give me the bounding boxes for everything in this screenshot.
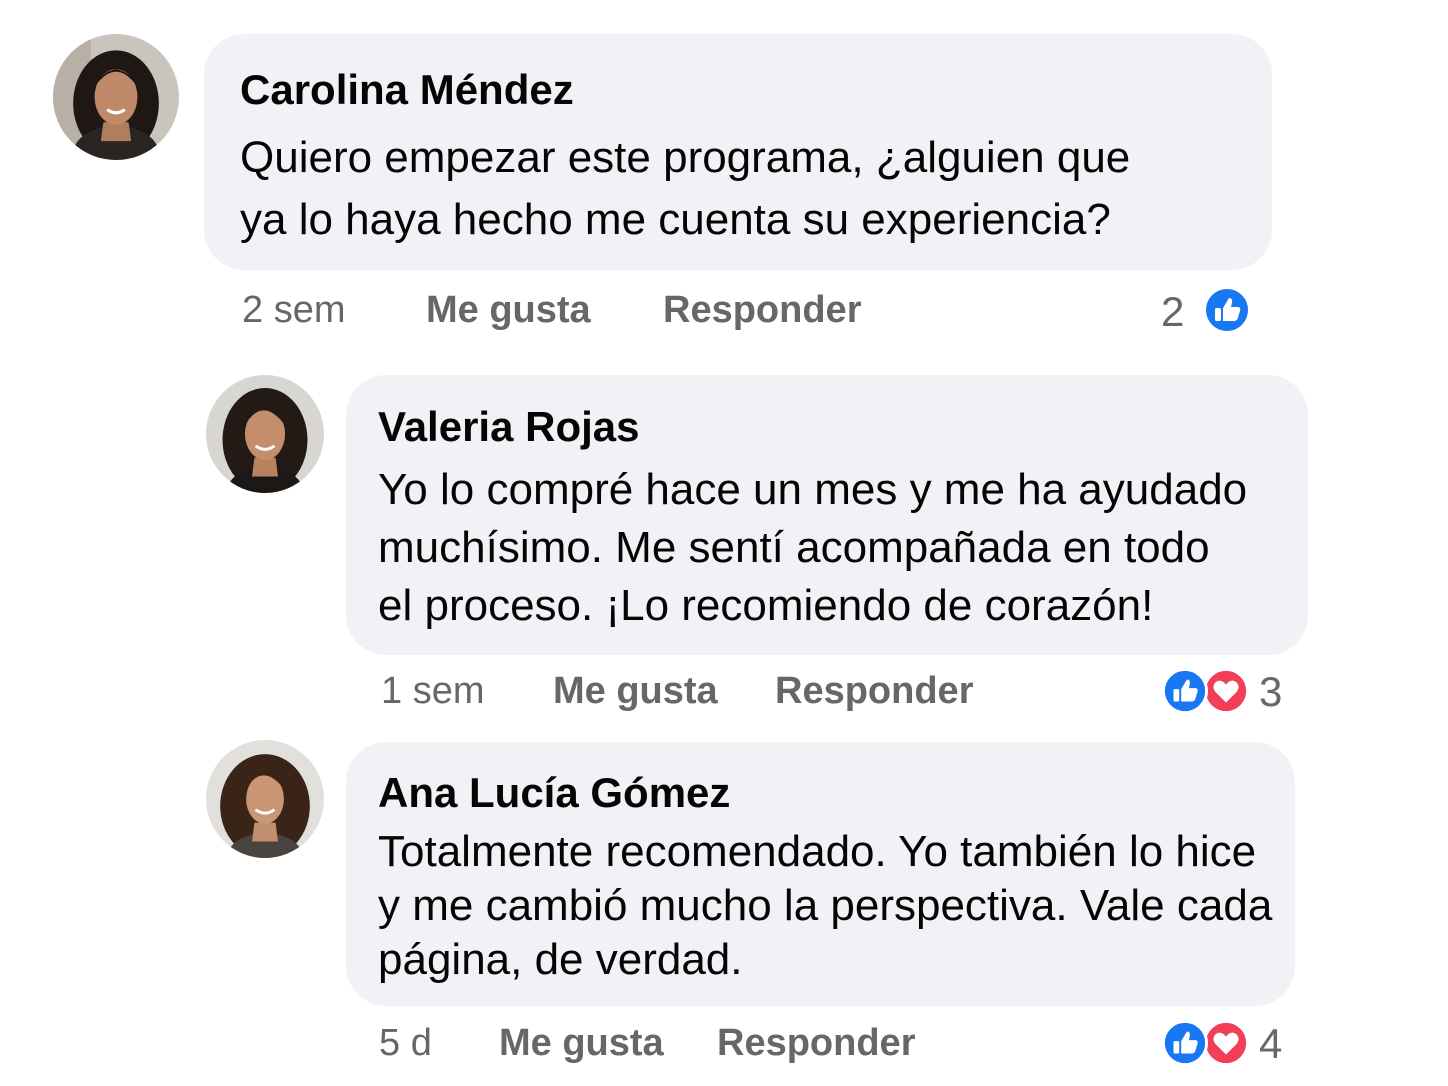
like-button[interactable]: Me gusta xyxy=(426,288,591,332)
avatar[interactable] xyxy=(53,34,179,160)
comment-timestamp[interactable]: 2 sem xyxy=(242,288,345,332)
comment-text: Quiero empezar este programa, ¿alguien q… xyxy=(240,127,1130,251)
reply-button[interactable]: Responder xyxy=(775,669,973,713)
comment-text-line: ya lo haya hecho me cuenta su experienci… xyxy=(240,195,1111,244)
comment-bubble: Valeria Rojas Yo lo compré hace un mes y… xyxy=(346,375,1308,655)
comment-timestamp[interactable]: 1 sem xyxy=(381,669,484,713)
comment-text-line: Quiero empezar este programa, ¿alguien q… xyxy=(240,133,1131,182)
avatar-photo-icon xyxy=(206,740,324,858)
reaction-count[interactable]: 3 xyxy=(1259,668,1282,716)
like-icon[interactable] xyxy=(1203,286,1251,334)
reaction-count[interactable]: 4 xyxy=(1259,1020,1282,1068)
avatar-photo-icon xyxy=(53,34,179,160)
avatar-photo-icon xyxy=(206,375,324,493)
like-icon[interactable] xyxy=(1162,668,1208,714)
comment-timestamp[interactable]: 5 d xyxy=(379,1021,432,1065)
comment-bubble: Ana Lucía Gómez Totalmente recomendado. … xyxy=(346,742,1295,1006)
avatar[interactable] xyxy=(206,740,324,858)
comment-text-line: muchísimo. Me sentí acompañada en todo xyxy=(378,523,1210,572)
reply-button[interactable]: Responder xyxy=(717,1021,915,1065)
comment-author[interactable]: Carolina Méndez xyxy=(240,66,574,114)
like-icon[interactable] xyxy=(1162,1020,1208,1066)
comment-text: Yo lo compré hace un mes y me ha ayudado… xyxy=(378,461,1247,635)
love-icon[interactable] xyxy=(1203,1020,1249,1066)
comment-text-line: y me cambió mucho la perspectiva. Vale c… xyxy=(378,881,1273,930)
comment-text-line: Yo lo compré hace un mes y me ha ayudado xyxy=(378,465,1248,514)
like-button[interactable]: Me gusta xyxy=(499,1021,664,1065)
reply-button[interactable]: Responder xyxy=(663,288,861,332)
reaction-count[interactable]: 2 xyxy=(1161,288,1184,336)
comment-bubble: Carolina Méndez Quiero empezar este prog… xyxy=(204,34,1272,270)
comment-text-line: el proceso. ¡Lo recomiendo de corazón! xyxy=(378,581,1154,630)
comment-author[interactable]: Ana Lucía Gómez xyxy=(378,769,730,817)
comment-text-line: Totalmente recomendado. Yo también lo hi… xyxy=(378,827,1257,876)
like-button[interactable]: Me gusta xyxy=(553,669,718,713)
love-icon[interactable] xyxy=(1203,668,1249,714)
avatar[interactable] xyxy=(206,375,324,493)
comment-text-line: página, de verdad. xyxy=(378,935,743,984)
comment-text: Totalmente recomendado. Yo también lo hi… xyxy=(378,825,1272,987)
comment-author[interactable]: Valeria Rojas xyxy=(378,403,640,451)
